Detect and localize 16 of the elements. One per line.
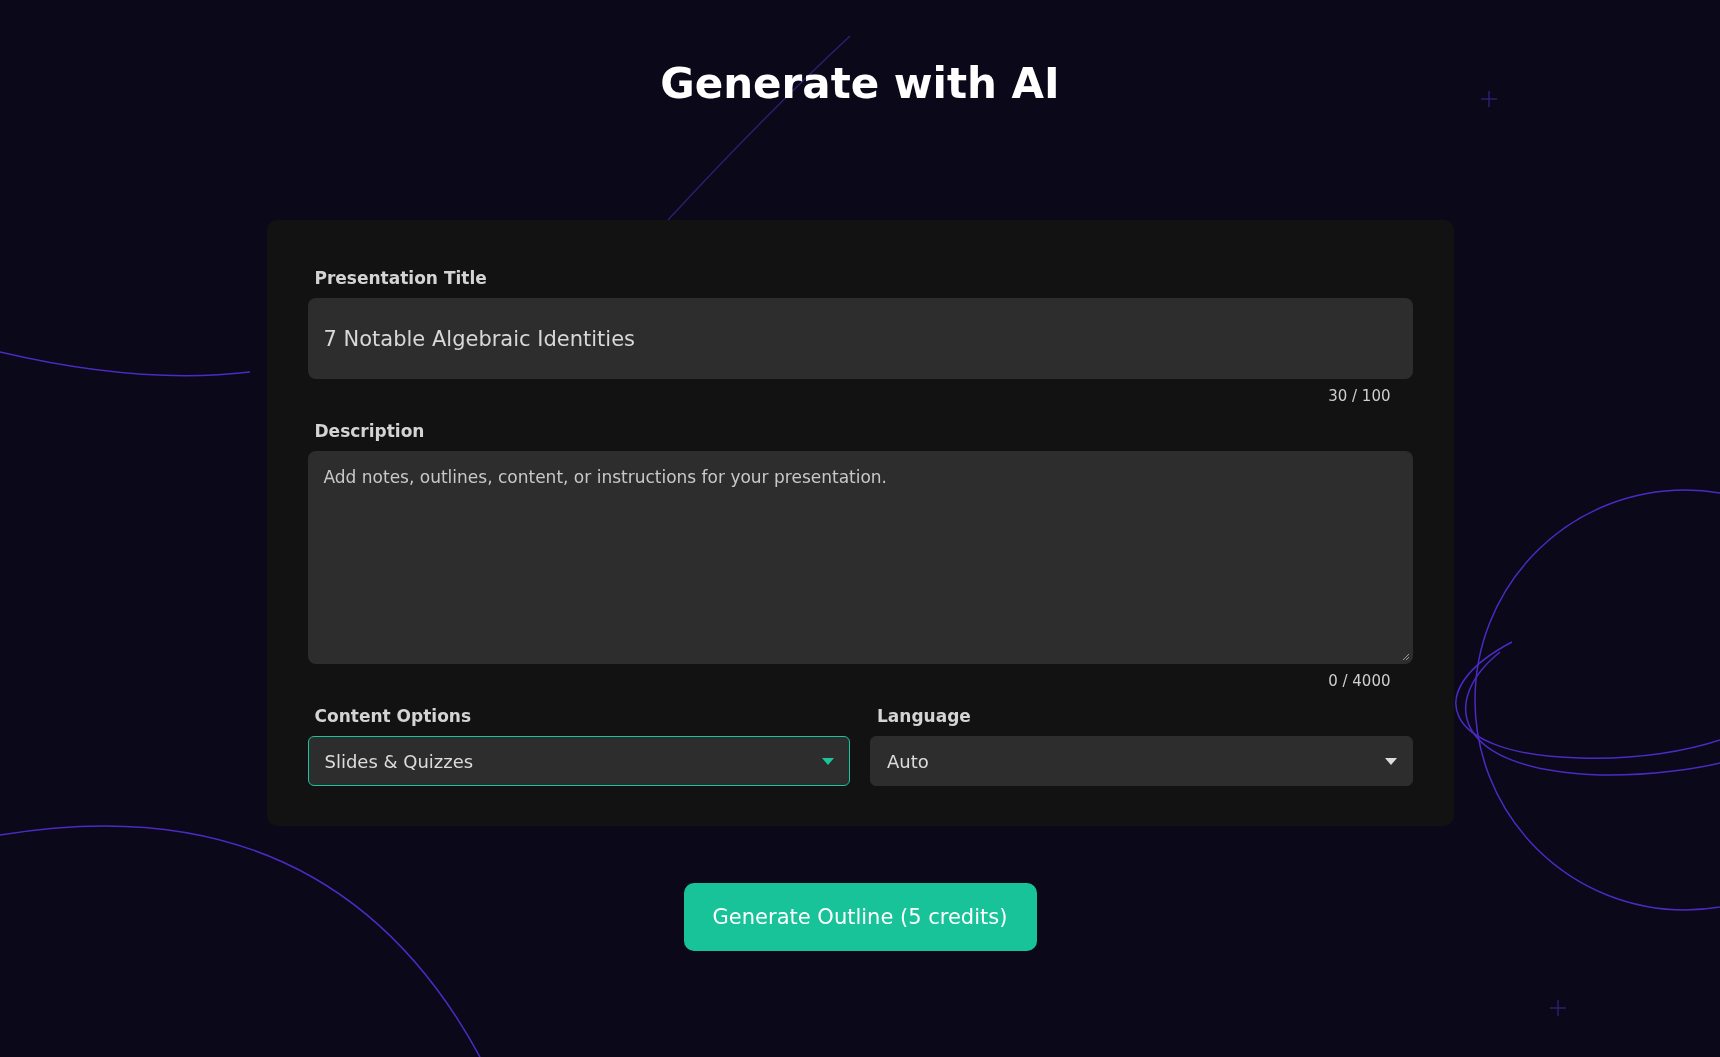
dropdown[interactable]: Auto bbox=[870, 736, 1413, 786]
description-textarea[interactable]: Add notes, outlines, content, or instructions for your presentation. bbox=[307, 451, 1413, 664]
field-label: Language bbox=[877, 706, 972, 726]
sparkle-icon bbox=[1549, 999, 1567, 1017]
resize-grip-icon bbox=[1401, 653, 1410, 661]
caret-icon bbox=[1384, 757, 1397, 765]
title-input[interactable]: 7 Notable Algebraic Identities bbox=[307, 298, 1413, 379]
field-label: Description bbox=[314, 421, 426, 441]
page-heading: Generate with AI bbox=[660, 58, 1060, 110]
character-counter: 30 / 100 bbox=[1328, 387, 1391, 405]
dropdown[interactable]: Slides & Quizzes bbox=[307, 736, 850, 786]
caret-icon bbox=[822, 757, 834, 765]
field-label: Presentation Title bbox=[314, 268, 488, 288]
field-label: Content Options bbox=[314, 706, 473, 726]
character-counter: 0 / 4000 bbox=[1328, 672, 1391, 690]
sparkle-icon bbox=[1480, 90, 1498, 108]
